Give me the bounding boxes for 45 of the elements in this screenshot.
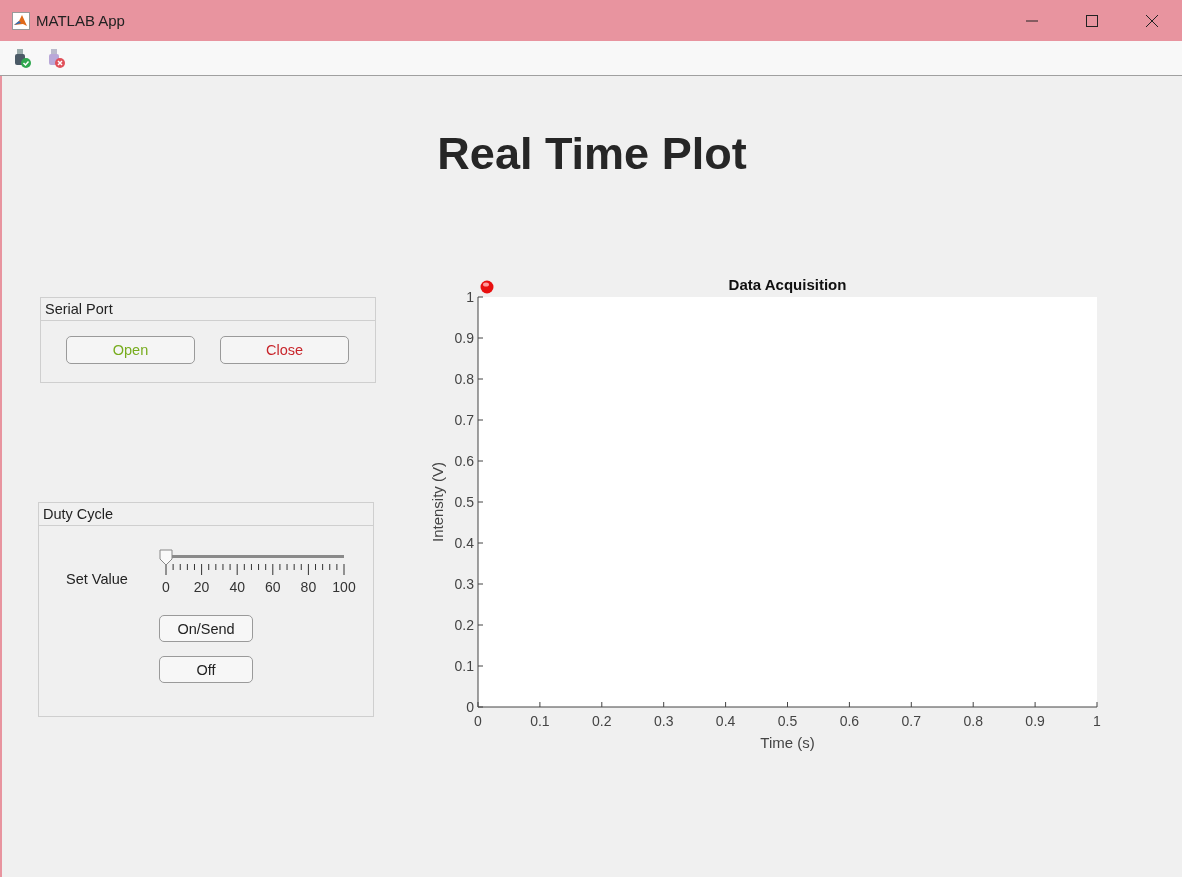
slider-tick-label: 0 <box>162 579 170 595</box>
x-axis-label: Time (s) <box>760 734 815 751</box>
y-tick-label: 0 <box>466 699 474 715</box>
y-tick-label: 0.3 <box>454 576 474 592</box>
x-tick-label: 0 <box>474 713 482 729</box>
y-tick-label: 0.4 <box>454 535 474 551</box>
off-button[interactable]: Off <box>159 656 253 683</box>
slider-tick-label: 100 <box>332 579 356 595</box>
y-axis-label: Intensity (V) <box>429 462 446 542</box>
y-tick-label: 0.7 <box>454 412 474 428</box>
y-tick-label: 0.6 <box>454 453 474 469</box>
close-icon[interactable] <box>1146 14 1158 27</box>
slider-tick-label: 60 <box>265 579 281 595</box>
maximize-icon[interactable] <box>1086 14 1098 27</box>
usb-plug-check-icon[interactable] <box>12 47 32 69</box>
chart-title: Data Acquisition <box>728 276 847 293</box>
x-tick-label: 0.1 <box>530 713 550 729</box>
send-button[interactable]: On/Send <box>159 615 253 642</box>
y-tick-label: 0.2 <box>454 617 474 633</box>
y-tick-label: 0.9 <box>454 330 474 346</box>
close-port-button[interactable]: Close <box>220 336 349 364</box>
x-tick-label: 0.4 <box>715 713 736 729</box>
app-icon <box>12 11 30 30</box>
panel-title: Duty Cycle <box>39 503 373 526</box>
x-tick-label: 0.7 <box>901 713 922 729</box>
x-tick-label: 0.8 <box>963 713 983 729</box>
panel-title: Serial Port <box>41 298 375 321</box>
slider-tick-label: 40 <box>229 579 245 595</box>
x-tick-label: 0.6 <box>839 713 860 729</box>
x-tick-label: 0.9 <box>1025 713 1045 729</box>
window-title: MATLAB App <box>36 12 126 29</box>
y-tick-label: 0.8 <box>454 371 474 387</box>
slider-tick-label: 80 <box>300 579 317 595</box>
x-tick-label: 0.5 <box>777 713 798 729</box>
slider-tick-label: 20 <box>193 579 210 595</box>
x-tick-label: 0.2 <box>592 713 612 729</box>
x-tick-label: 0.3 <box>653 713 674 729</box>
usb-plug-cross-icon[interactable] <box>46 47 66 69</box>
y-tick-label: 0.1 <box>454 658 474 674</box>
slider-thumb[interactable] <box>159 549 173 566</box>
y-tick-label: 1 <box>466 289 474 305</box>
page-heading: Real Time Plot <box>436 127 748 181</box>
y-tick-label: 0.5 <box>454 494 474 510</box>
x-tick-label: 1 <box>1093 713 1101 729</box>
slider-label: Set Value <box>65 570 129 589</box>
